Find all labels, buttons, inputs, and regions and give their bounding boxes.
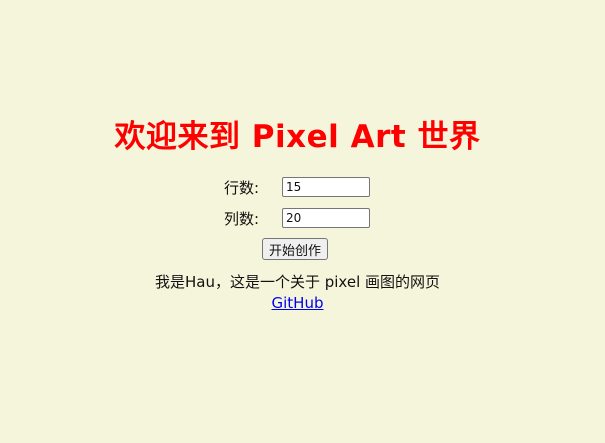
cols-label: 列数: xyxy=(224,209,260,228)
cols-row: 列数: xyxy=(224,207,370,229)
start-creating-button[interactable]: 开始创作 xyxy=(262,238,329,260)
about-text: 我是Hau，这是一个关于 pixel 画图的网页 xyxy=(154,273,441,291)
cols-input[interactable] xyxy=(282,208,370,228)
page-title: 欢迎来到 Pixel Art 世界 xyxy=(114,119,481,155)
github-link[interactable]: GitHub xyxy=(272,294,324,312)
rows-row: 行数: xyxy=(224,176,370,198)
github-link-container: GitHub xyxy=(0,293,595,313)
rows-input[interactable] xyxy=(282,177,370,197)
rows-label: 行数: xyxy=(224,178,260,197)
